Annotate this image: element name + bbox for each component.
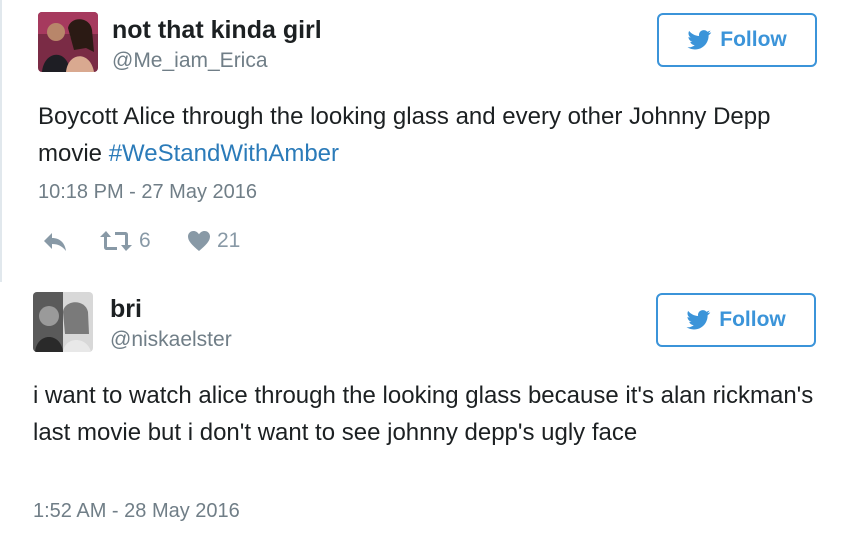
tweet-text: Boycott Alice through the looking glass … — [38, 98, 828, 172]
avatar[interactable] — [33, 292, 93, 352]
reply-icon — [44, 233, 66, 251]
retweet-count: 6 — [139, 229, 151, 252]
tweet-text: i want to watch alice through the lookin… — [33, 382, 814, 446]
author-handle[interactable]: @niskaelster — [110, 328, 232, 352]
twitter-bird-icon — [686, 310, 711, 330]
heart-icon — [188, 231, 210, 251]
tweet-timestamp[interactable]: 1:52 AM - 28 May 2016 — [33, 500, 240, 523]
tweet-card: bri @niskaelster Follow i want to watch … — [0, 282, 847, 534]
author-name[interactable]: bri — [110, 295, 142, 324]
tweet-card: not that kinda girl @Me_iam_Erica Follow… — [0, 0, 847, 282]
follow-button-label: Follow — [720, 28, 787, 51]
like-button[interactable]: 21 — [187, 229, 240, 253]
hashtag-link[interactable]: #WeStandWithAmber — [109, 140, 339, 167]
twitter-bird-icon — [687, 30, 712, 50]
like-count: 21 — [217, 229, 241, 252]
tweet-timestamp[interactable]: 10:18 PM - 27 May 2016 — [38, 181, 257, 204]
follow-button[interactable]: Follow — [656, 293, 816, 347]
retweet-button[interactable]: 6 — [99, 229, 151, 253]
tweet-screenshot: not that kinda girl @Me_iam_Erica Follow… — [0, 0, 847, 534]
reply-button[interactable] — [42, 231, 68, 251]
author-name[interactable]: not that kinda girl — [112, 16, 322, 45]
retweet-icon — [100, 231, 132, 251]
follow-button-label: Follow — [719, 308, 786, 331]
author-handle[interactable]: @Me_iam_Erica — [112, 49, 268, 73]
follow-button[interactable]: Follow — [657, 13, 817, 67]
avatar[interactable] — [38, 12, 98, 72]
